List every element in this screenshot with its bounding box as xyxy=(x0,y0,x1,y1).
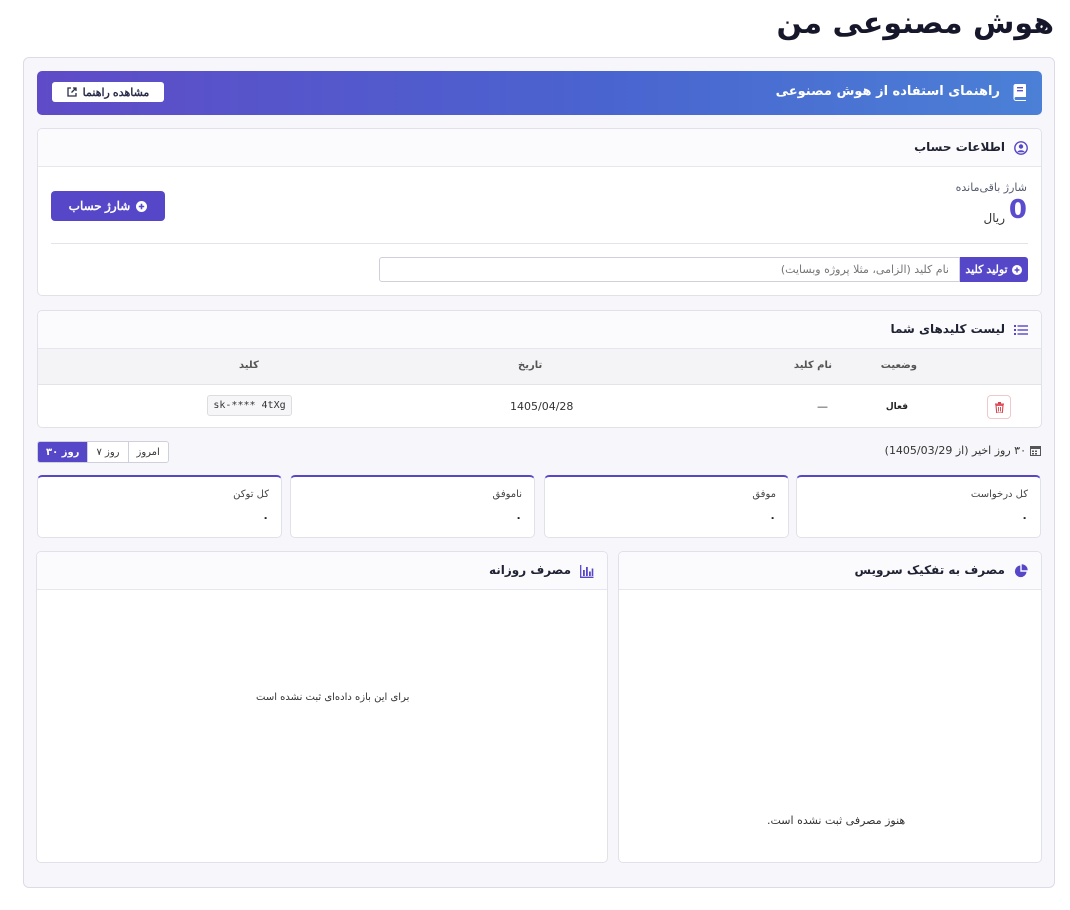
daily-usage-card: مصرف روزانه برای این بازه داده‌ای ثبت نش… xyxy=(36,551,608,863)
banner-title: راهنمای استفاده از هوش مصنوعی xyxy=(775,84,1000,99)
stat-value: ۰ xyxy=(769,511,776,524)
key-name-input[interactable] xyxy=(379,257,960,282)
external-link-icon xyxy=(67,87,77,97)
stat-total-tokens: کل توکن ۰ xyxy=(37,475,282,538)
bar-chart-icon xyxy=(580,565,594,578)
view-guide-label: مشاهده راهنما xyxy=(82,86,150,99)
service-usage-card: مصرف به تفکیک سرویس هنوز مصرفی ثبت نشده … xyxy=(618,551,1042,863)
charge-account-button[interactable]: شارژ حساب xyxy=(51,191,165,221)
trash-icon xyxy=(994,401,1004,413)
page-title: هوش مصنوعی من xyxy=(776,6,1055,41)
balance-label: شارژ باقی‌مانده xyxy=(955,181,1027,194)
plus-circle-icon xyxy=(1011,264,1022,275)
daily-usage-title: مصرف روزانه xyxy=(488,563,571,577)
guide-banner: راهنمای استفاده از هوش مصنوعی مشاهده راه… xyxy=(37,71,1042,115)
stat-value: ۰ xyxy=(515,511,522,524)
stat-failed: ناموفق ۰ xyxy=(290,475,535,538)
main-panel: راهنمای استفاده از هوش مصنوعی مشاهده راه… xyxy=(23,57,1055,888)
list-icon xyxy=(1014,325,1028,335)
column-date: تاریخ xyxy=(518,360,543,371)
stat-value: ۰ xyxy=(262,511,269,524)
delete-key-button[interactable] xyxy=(987,395,1011,419)
key-date: 1405/04/28 xyxy=(510,400,574,413)
user-circle-icon xyxy=(1014,141,1028,155)
keys-card-title: لیست کلیدهای شما xyxy=(890,322,1005,336)
keys-card: لیست کلیدهای شما وضعیت نام کلید تاریخ کل… xyxy=(37,310,1042,428)
daily-usage-empty: برای این بازه داده‌ای ثبت نشده است xyxy=(256,692,410,703)
generate-key-label: تولید کلید xyxy=(965,264,1008,276)
view-guide-button[interactable]: مشاهده راهنما xyxy=(52,82,164,102)
account-card-title: اطلاعات حساب xyxy=(914,140,1005,154)
stat-successful: موفق ۰ xyxy=(544,475,789,538)
table-row: فعال — 1405/04/28 sk-**** 4tXg xyxy=(38,385,1041,427)
stat-label: کل درخواست xyxy=(970,489,1028,500)
service-usage-header: مصرف به تفکیک سرویس xyxy=(619,552,1041,590)
account-card-header: اطلاعات حساب xyxy=(38,129,1041,167)
balance-value: 0 xyxy=(1008,195,1027,225)
balance-currency: ریال xyxy=(983,211,1005,225)
daily-usage-header: مصرف روزانه xyxy=(37,552,607,590)
book-icon xyxy=(1013,84,1026,101)
column-status: وضعیت xyxy=(880,360,917,371)
range-today[interactable]: امروز xyxy=(127,442,168,462)
column-key: کلید xyxy=(239,360,259,371)
range-30-days[interactable]: ۳۰ روز xyxy=(38,442,88,462)
column-name: نام کلید xyxy=(793,360,832,371)
range-text: ۳۰ روز اخیر (از 1405/03/29) xyxy=(884,444,1026,457)
stat-label: موفق xyxy=(752,489,776,500)
stat-value: ۰ xyxy=(1021,511,1028,524)
account-card: اطلاعات حساب شارژ باقی‌مانده 0 ریال شارژ… xyxy=(37,128,1042,296)
stat-label: ناموفق xyxy=(492,489,522,500)
status-badge: فعال xyxy=(885,402,908,412)
charge-account-label: شارژ حساب xyxy=(68,199,131,213)
keys-card-header: لیست کلیدهای شما xyxy=(38,311,1041,349)
generate-key-button[interactable]: تولید کلید xyxy=(959,257,1028,282)
range-selector: ۳۰ روز ۷ روز امروز xyxy=(37,441,169,463)
key-name: — xyxy=(817,400,828,413)
stat-label: کل توکن xyxy=(233,489,269,500)
table-header: وضعیت نام کلید تاریخ کلید xyxy=(38,349,1041,385)
stat-total-requests: کل درخواست ۰ xyxy=(796,475,1041,538)
range-7-days[interactable]: ۷ روز xyxy=(87,442,128,462)
divider xyxy=(51,243,1028,244)
pie-chart-icon xyxy=(1014,564,1028,578)
calendar-icon xyxy=(1030,446,1041,456)
key-value: sk-**** 4tXg xyxy=(207,395,292,416)
plus-circle-icon xyxy=(136,200,148,212)
service-usage-title: مصرف به تفکیک سرویس xyxy=(854,563,1005,577)
range-label: ۳۰ روز اخیر (از 1405/03/29) xyxy=(885,444,1041,457)
service-usage-empty: هنوز مصرفی ثبت نشده است. xyxy=(767,814,906,827)
